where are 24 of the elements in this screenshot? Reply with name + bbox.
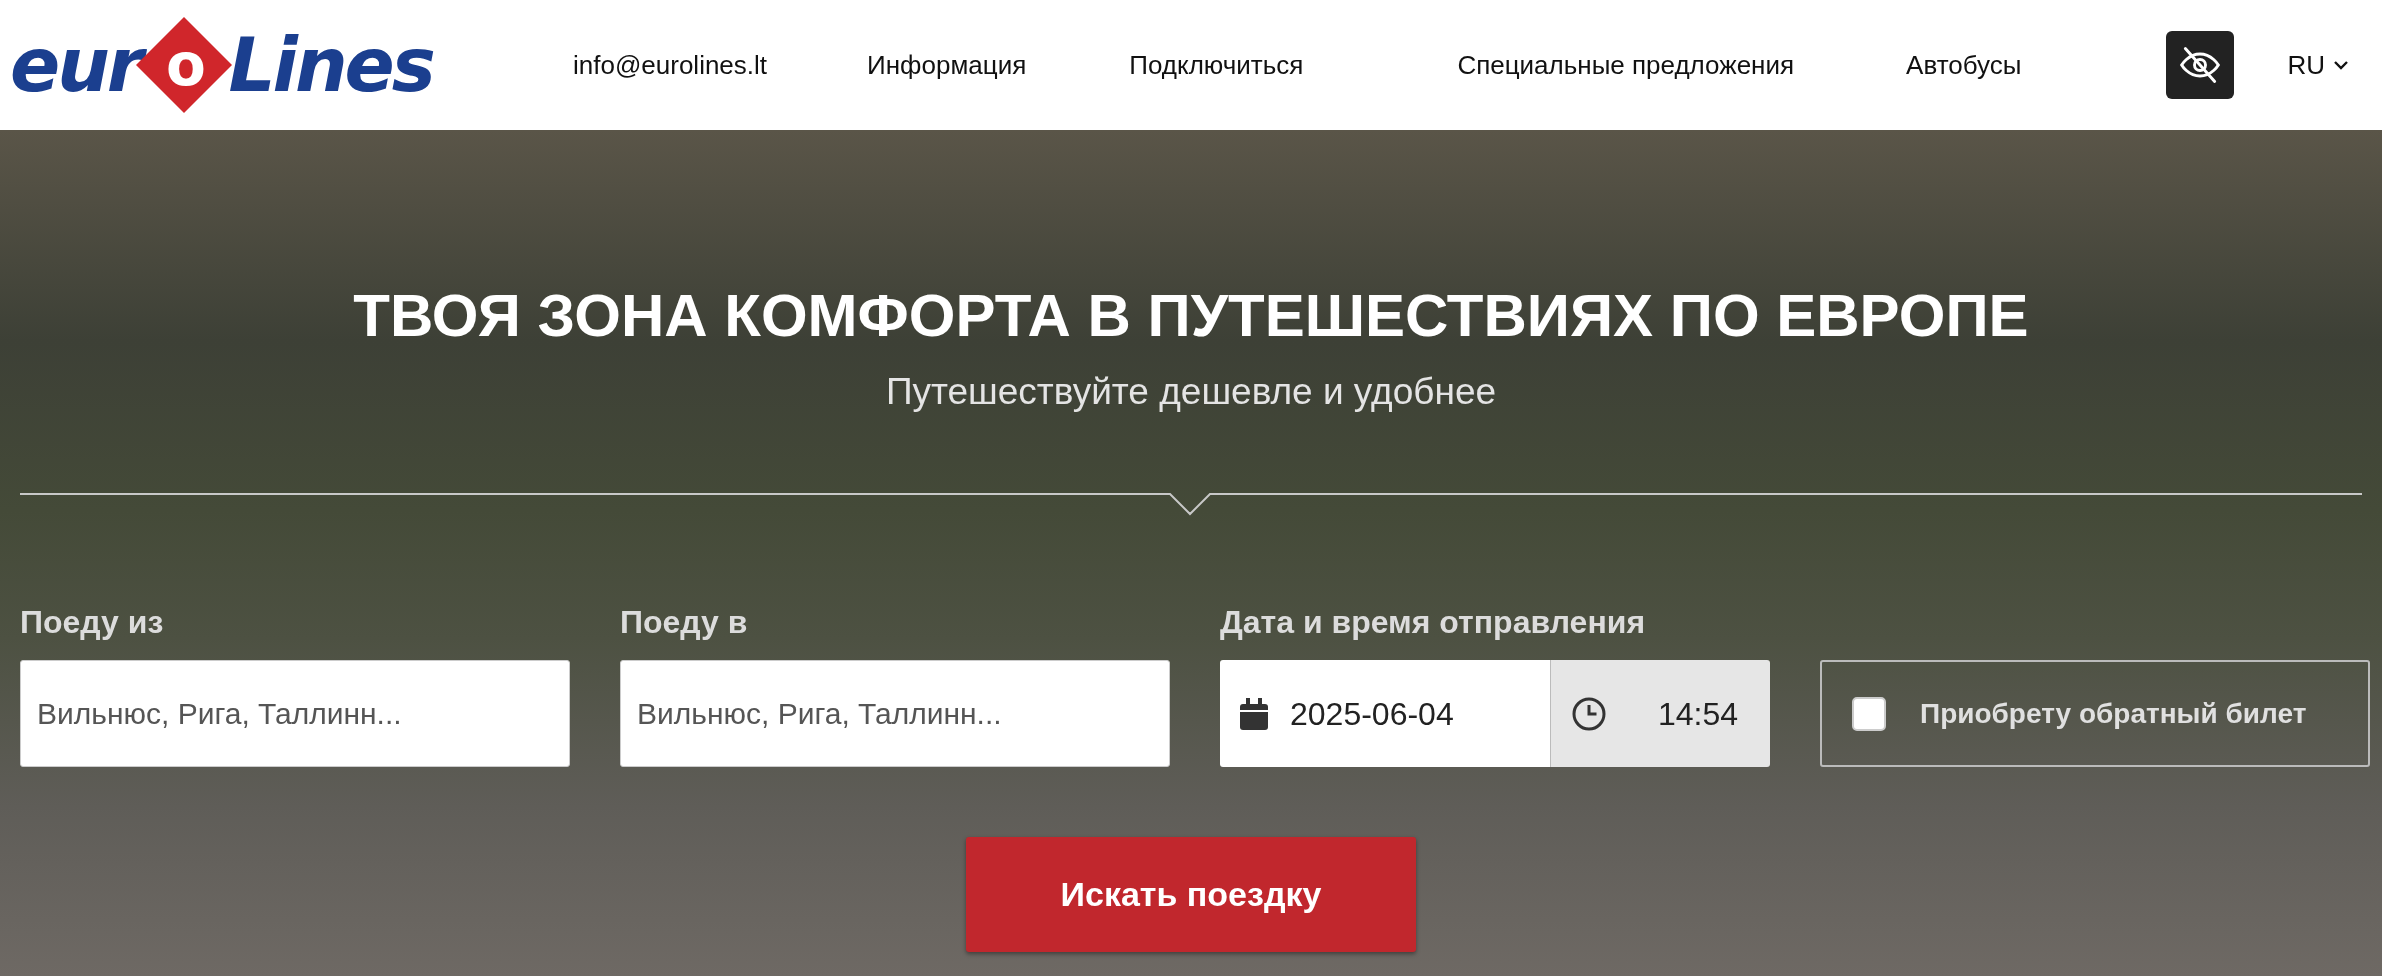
hero-title: ТВОЯ ЗОНА КОМФОРТА В ПУТЕШЕСТВИЯХ ПО ЕВРОПЕ bbox=[352, 281, 2030, 351]
return-ticket-option[interactable]: Приобрету обратный билет bbox=[1820, 660, 2370, 768]
date-field[interactable]: 2025-06-04 bbox=[1220, 660, 1550, 768]
origin-field[interactable]: Вильнюс, Рига, Таллинн... bbox=[20, 660, 570, 768]
time-field[interactable]: 14:54 bbox=[1550, 660, 1770, 768]
checkbox-label: Приобрету обратный билет bbox=[1920, 696, 2307, 731]
field-label: Поеду из bbox=[20, 603, 165, 643]
nav-link[interactable]: Информация bbox=[867, 45, 1027, 85]
clock-icon bbox=[1571, 695, 1607, 732]
chevron-down-icon bbox=[2333, 59, 2349, 71]
calendar-icon bbox=[1240, 697, 1268, 730]
language-selector[interactable]: RU bbox=[2287, 45, 2349, 85]
accessibility-button[interactable] bbox=[2166, 31, 2235, 99]
checkbox[interactable] bbox=[1852, 696, 1886, 731]
nav-link[interactable]: Подключиться bbox=[1129, 45, 1304, 85]
nav-link[interactable]: Автобусы bbox=[1906, 45, 2022, 85]
hero-subtitle: Путешествуйте дешевле и удобнее bbox=[885, 371, 1497, 412]
field-label: Поеду в bbox=[620, 603, 749, 643]
search-button[interactable]: Искать поездку bbox=[966, 837, 1416, 953]
nav-link[interactable]: Специальные предложения bbox=[1457, 45, 1795, 85]
destination-field[interactable]: Вильнюс, Рига, Таллинн... bbox=[620, 660, 1170, 768]
nav-link[interactable]: info@eurolines.lt bbox=[573, 45, 768, 85]
logo[interactable]: eur o Lines bbox=[10, 15, 440, 115]
field-label: Дата и время отправления bbox=[1220, 603, 1647, 643]
